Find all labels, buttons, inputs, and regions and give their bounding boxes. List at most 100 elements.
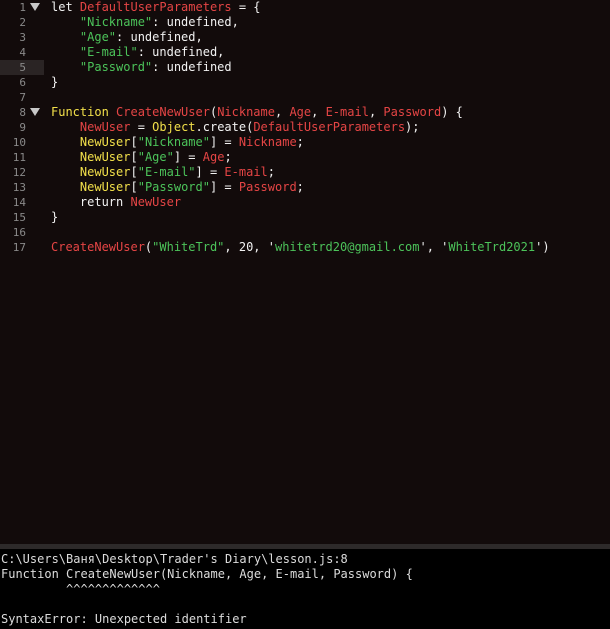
code-text: "E-mail": undefined, [51,45,225,60]
code-line[interactable]: 14 return NewUser [0,195,610,210]
code-token: Nickname [238,135,297,149]
code-token: ; [267,165,276,179]
code-line[interactable]: 9 NewUser = Object.create(DefaultUserPar… [0,120,610,135]
code-token: [ [130,135,138,149]
code-token: [ [130,150,138,164]
code-token: NewUser [79,180,131,194]
line-number: 16 [12,226,26,239]
code-token: [ [130,165,138,179]
code-token: DefaultUserParameters [79,0,232,14]
code-token: "E-mail" [137,165,196,179]
code-text: NewUser["Password"] = Password; [51,180,304,195]
code-editor[interactable]: 1 let DefaultUserParameters = {2 "Nicknam… [0,0,610,544]
line-number: 6 [19,76,26,89]
code-token: let [51,0,80,14]
code-line[interactable]: 5 "Password": undefined [0,60,610,75]
code-token: "Age" [137,150,174,164]
code-token: NewUser [79,165,131,179]
line-number: 17 [12,241,26,254]
code-text: NewUser = Object.create(DefaultUserParam… [51,120,420,135]
code-token: Password [383,105,442,119]
code-token: ] = [173,150,203,164]
code-token: = [130,120,153,134]
line-number: 4 [19,46,26,59]
code-token: Object [152,120,196,134]
code-line[interactable]: 1 let DefaultUserParameters = { [0,0,610,15]
code-text: NewUser["E-mail"] = E-mail; [51,165,275,180]
code-line[interactable]: 11 NewUser["Age"] = Age; [0,150,610,165]
code-text: return NewUser [51,195,181,210]
line-number: 12 [12,166,26,179]
code-token: return [51,195,131,209]
code-token: : undefined, [152,15,239,29]
fold-arrow-icon[interactable] [30,0,40,15]
code-token: "Nickname" [137,135,210,149]
code-token: DefaultUserParameters [253,120,406,134]
output-console[interactable]: C:\Users\Ваня\Desktop\Trader's Diary\les… [0,544,610,629]
line-number: 3 [19,31,26,44]
code-text: NewUser["Nickname"] = Nickname; [51,135,304,150]
line-number: 2 [19,16,26,29]
code-text: "Nickname": undefined, [51,15,239,30]
code-token: : undefined [152,60,232,74]
code-token: } [51,210,59,224]
code-token: .create( [195,120,254,134]
code-token: Password [238,180,297,194]
code-token: ] = [195,165,225,179]
code-line[interactable]: 13 NewUser["Password"] = Password; [0,180,610,195]
code-token: , [311,105,326,119]
code-token: Age [202,150,225,164]
code-token: ; [296,135,304,149]
code-token: ) { [441,105,463,119]
code-line[interactable]: 10 NewUser["Nickname"] = Nickname; [0,135,610,150]
code-token: "Password" [79,60,153,74]
console-path-line: C:\Users\Ваня\Desktop\Trader's Diary\les… [1,552,348,566]
code-token: ', ' [419,240,449,254]
code-line[interactable]: 4 "E-mail": undefined, [0,45,610,60]
code-token: "E-mail" [79,45,138,59]
code-token: E-mail [325,105,369,119]
code-token: CreateNewUser [51,240,145,254]
code-token: "Nickname" [79,15,153,29]
line-number: 5 [19,61,26,74]
line-number: 9 [19,121,26,134]
code-text: "Password": undefined [51,60,232,75]
code-token: ] = [209,180,239,194]
console-error-line: SyntaxError: Unexpected identifier [1,612,247,626]
code-token: NewUser [130,195,182,209]
code-line[interactable]: 8 Function CreateNewUser(Nickname, Age, E… [0,105,610,120]
code-token: = { [231,0,261,14]
code-token: NewUser [79,120,131,134]
fold-arrow-icon[interactable] [30,105,40,120]
line-number: 8 [19,106,26,119]
code-line[interactable]: 17 CreateNewUser("WhiteTrd", 20, 'whitetr… [0,240,610,255]
code-line[interactable]: 15} [0,210,610,225]
line-number: 1 [19,1,26,14]
code-line[interactable]: 3 "Age": undefined, [0,30,610,45]
code-text: "Age": undefined, [51,30,203,45]
code-line[interactable]: 12 NewUser["E-mail"] = E-mail; [0,165,610,180]
code-text: } [51,210,58,225]
code-line[interactable]: 7 [0,90,610,105]
line-number: 14 [12,196,26,209]
code-token: : undefined, [137,45,225,59]
code-token: Function [51,105,117,119]
code-token: CreateNewUser [116,105,210,119]
line-number: 11 [12,151,26,164]
code-line[interactable]: 16 [0,225,610,240]
code-line[interactable]: 2 "Nickname": undefined, [0,15,610,30]
code-line[interactable]: 6} [0,75,610,90]
code-token: ); [405,120,420,134]
code-token: } [51,75,59,89]
line-number: 7 [19,91,26,104]
code-token: whitetrd20@gmail.com [274,240,420,254]
code-token: ] = [209,135,239,149]
